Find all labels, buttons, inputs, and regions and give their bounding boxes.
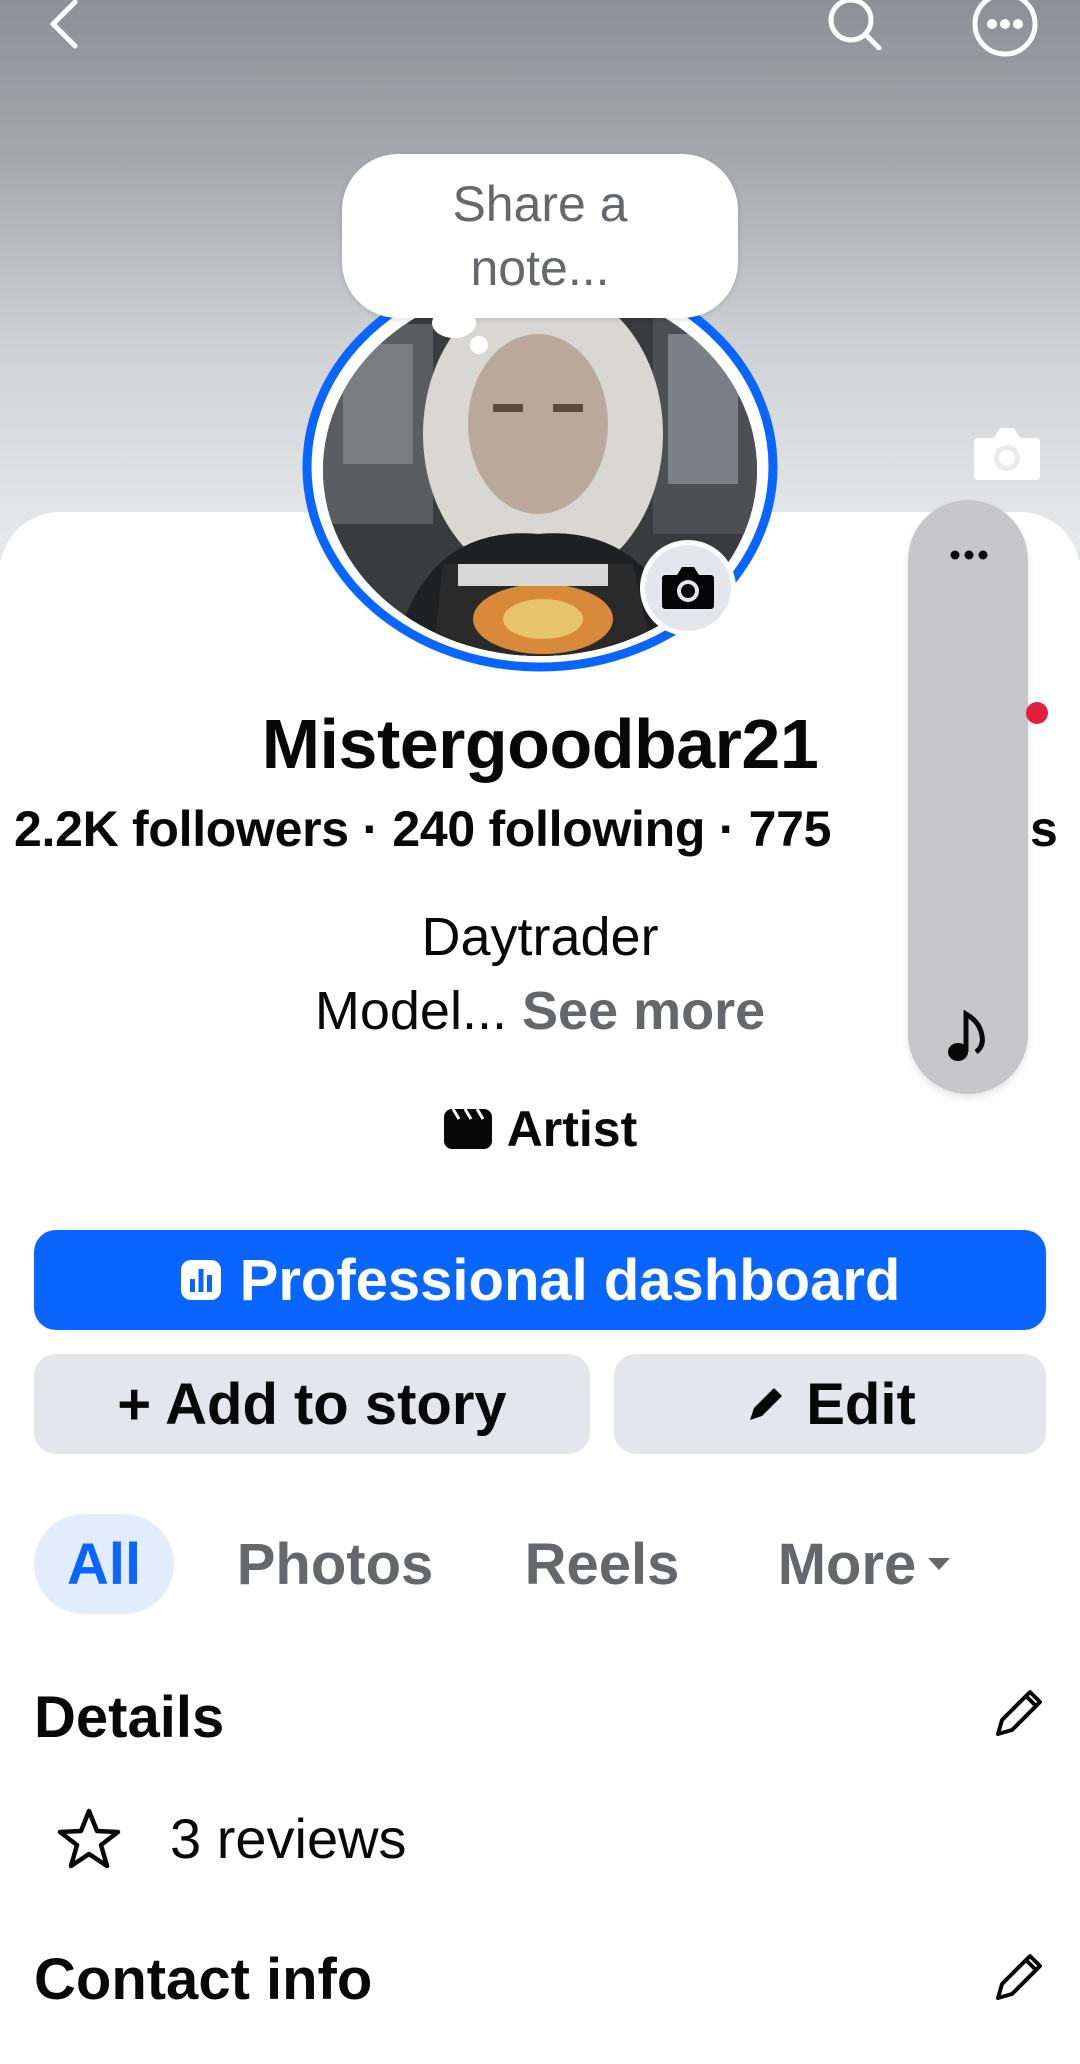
more-options-icon[interactable] xyxy=(944,540,994,570)
stats-suffix: s xyxy=(1030,801,1058,857)
search-icon xyxy=(828,0,882,50)
pencil-icon[interactable] xyxy=(990,1686,1046,1742)
note-placeholder: Share a note... xyxy=(452,176,628,296)
music-player-pill[interactable] xyxy=(908,500,1028,1094)
edit-avatar-button[interactable] xyxy=(640,540,736,636)
caret-down-icon xyxy=(928,1558,951,1570)
tab-label: Photos xyxy=(236,1531,434,1597)
add-story-label: + Add to story xyxy=(117,1371,507,1437)
notification-dot xyxy=(1026,702,1048,724)
back-arrow-icon xyxy=(50,0,78,49)
share-note-bubble[interactable]: Share a note... xyxy=(342,154,738,318)
clapperboard-icon xyxy=(443,1108,492,1149)
music-note-icon xyxy=(948,1010,985,1061)
tab-more[interactable]: More xyxy=(770,1514,960,1614)
bar-chart-icon xyxy=(180,1260,221,1300)
tab-label: All xyxy=(66,1531,142,1597)
reviews-row[interactable]: 3 reviews xyxy=(56,1806,407,1871)
more-options-icon xyxy=(972,0,1038,57)
edit-profile-button[interactable]: Edit xyxy=(614,1354,1046,1454)
tab-all[interactable]: All xyxy=(34,1514,174,1614)
note-bubble-tail xyxy=(432,308,476,338)
tab-label: More xyxy=(777,1531,917,1597)
tab-label: Reels xyxy=(524,1531,680,1597)
stats-text: 2.2K followers · 240 following · 775 xyxy=(14,801,832,857)
more-options-button[interactable] xyxy=(970,0,1040,58)
professional-dashboard-button[interactable]: Professional dashboard xyxy=(34,1230,1046,1330)
edit-cover-photo-button[interactable] xyxy=(972,424,1042,484)
camera-icon xyxy=(974,428,1040,480)
reviews-label: 3 reviews xyxy=(170,1807,407,1870)
add-to-story-button[interactable]: + Add to story xyxy=(34,1354,590,1454)
category-label: Artist xyxy=(506,1101,638,1157)
tab-photos[interactable]: Photos xyxy=(230,1514,440,1614)
camera-icon xyxy=(662,567,714,609)
pencil-icon[interactable] xyxy=(990,1950,1046,2006)
see-more-link[interactable]: See more xyxy=(522,981,765,1041)
edit-label: Edit xyxy=(806,1371,916,1437)
note-bubble-tail-dot xyxy=(470,336,488,354)
bio-text: Model... xyxy=(314,981,507,1041)
search-button[interactable] xyxy=(822,0,888,50)
contact-info-heading: Contact info xyxy=(34,1947,373,2012)
dashboard-label: Professional dashboard xyxy=(239,1247,901,1313)
profile-category: Artist xyxy=(0,1100,1080,1158)
pencil-icon xyxy=(750,1388,783,1420)
details-heading: Details xyxy=(34,1685,225,1750)
tab-reels[interactable]: Reels xyxy=(520,1514,684,1614)
back-button[interactable] xyxy=(40,0,90,50)
star-icon xyxy=(57,1808,121,1868)
